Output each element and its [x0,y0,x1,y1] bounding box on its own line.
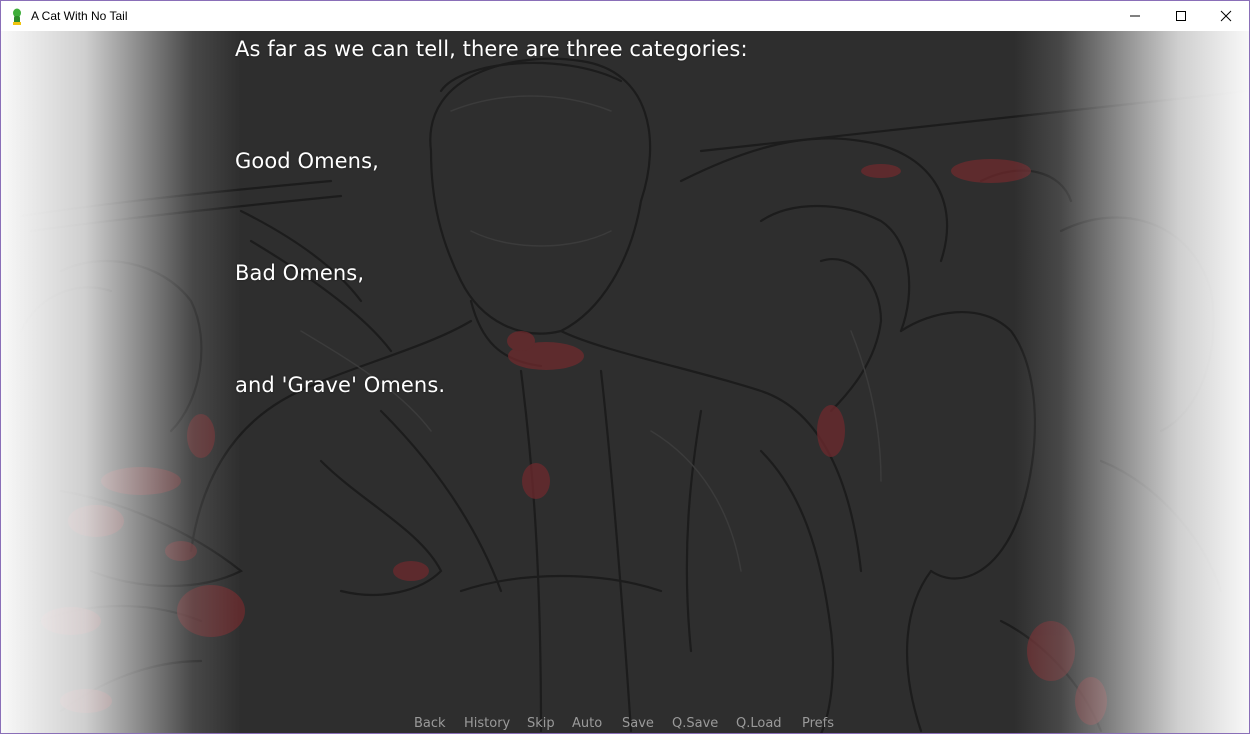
dialogue-line: Good Omens, [235,149,379,173]
game-window: A Cat With No Tail As far as we can tell… [0,0,1250,734]
game-viewport[interactable]: As far as we can tell, there are three c… [1,31,1249,733]
window-title: A Cat With No Tail [31,9,128,23]
auto-button[interactable]: Auto [572,716,602,731]
title-bar[interactable]: A Cat With No Tail [1,1,1249,31]
dialogue-line: As far as we can tell, there are three c… [235,37,748,61]
maximize-button[interactable] [1158,1,1204,31]
close-icon [1220,10,1232,22]
back-button[interactable]: Back [414,716,446,731]
minimize-icon [1129,10,1141,22]
save-button[interactable]: Save [622,716,654,731]
prefs-button[interactable]: Prefs [802,716,834,731]
close-button[interactable] [1203,1,1249,31]
dialogue-line: Bad Omens, [235,261,365,285]
maximize-icon [1175,10,1187,22]
quick-save-button[interactable]: Q.Save [672,716,718,731]
history-button[interactable]: History [464,716,510,731]
minimize-button[interactable] [1112,1,1158,31]
quick-load-button[interactable]: Q.Load [736,716,782,731]
right-edge-fade [1014,31,1249,733]
left-edge-fade [1,31,241,733]
quick-menu: Back History Skip Auto Save Q.Save Q.Loa… [1,716,1249,733]
dialogue-line: and 'Grave' Omens. [235,373,446,397]
skip-button[interactable]: Skip [527,716,555,731]
green-figure-icon [11,8,23,25]
